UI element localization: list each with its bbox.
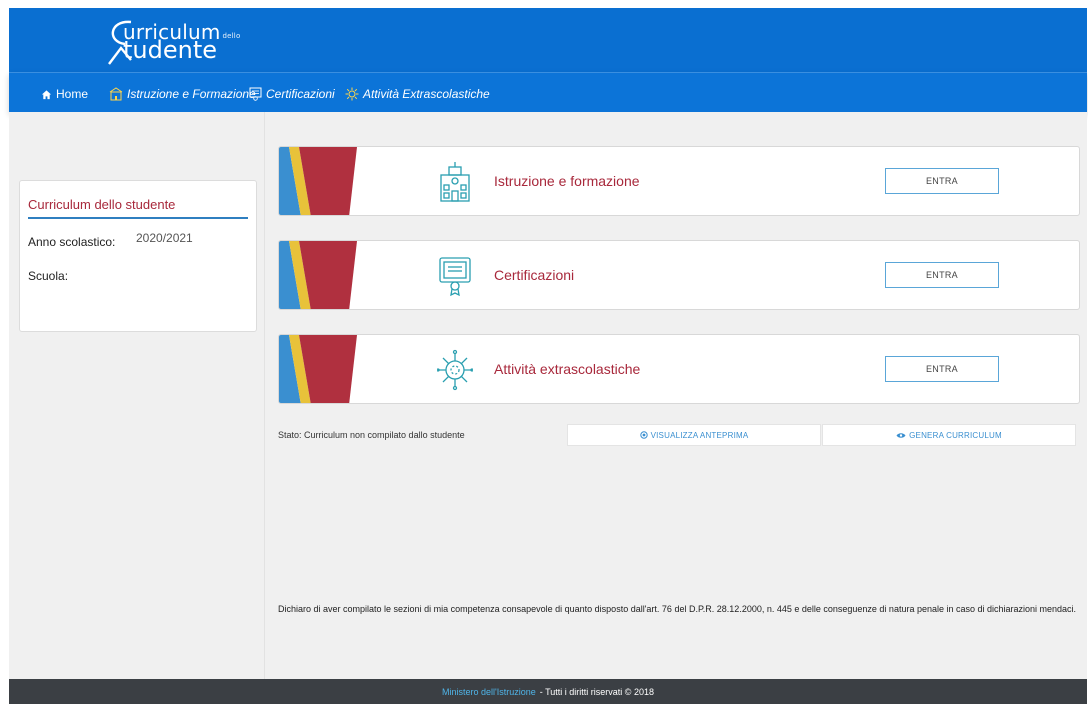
preview-circle-icon <box>639 431 648 439</box>
generate-curriculum-button[interactable]: GENERA CURRICULUM <box>822 424 1076 446</box>
decorative-stripes <box>279 241 357 309</box>
certificate-icon <box>439 257 471 297</box>
main-content: Curriculum dello studente Anno scolastic… <box>9 112 1087 679</box>
nav-label: Attività Extrascolastiche <box>363 87 490 101</box>
nav-label: Home <box>56 87 89 101</box>
sidebar: Curriculum dello studente Anno scolastic… <box>9 112 265 679</box>
school-building-icon <box>109 87 123 101</box>
nav-label: Istruzione e Formazione <box>127 87 256 101</box>
school-building-icon <box>440 162 470 202</box>
section-title: Istruzione e formazione <box>494 173 640 189</box>
section-title: Attività extrascolastiche <box>494 361 641 377</box>
section-attivita: Attività extrascolastiche ENTRA <box>278 334 1080 404</box>
logo-line-2: tudente <box>123 36 218 64</box>
enter-button[interactable]: ENTRA <box>885 356 999 382</box>
main-nav: Home Istruzione e Formazione Certificazi… <box>9 72 1087 112</box>
nav-item-istruzione[interactable]: Istruzione e Formazione <box>109 86 256 102</box>
section-certificazioni: Certificazioni ENTRA <box>278 240 1080 310</box>
decorative-stripes <box>279 335 357 403</box>
nav-label: Certificazioni <box>266 87 335 101</box>
certificate-icon <box>249 87 262 101</box>
nav-item-home[interactable]: Home <box>41 86 88 102</box>
section-istruzione: Istruzione e formazione ENTRA <box>278 146 1080 216</box>
preview-button[interactable]: VISUALIZZA ANTEPRIMA <box>567 424 821 446</box>
school-year-label: Anno scolastico: <box>28 235 116 249</box>
site-footer: Ministero dell'Istruzione - Tutti i diri… <box>9 679 1087 704</box>
eye-icon <box>896 432 906 438</box>
generate-label: GENERA CURRICULUM <box>909 430 1002 440</box>
rights-text: - Tutti i diritti riservati © 2018 <box>539 686 654 697</box>
enter-button[interactable]: ENTRA <box>885 168 999 194</box>
nav-item-attivita[interactable]: Attività Extrascolastiche <box>345 86 490 102</box>
student-info-card: Curriculum dello studente Anno scolastic… <box>19 180 257 332</box>
nav-item-certificazioni[interactable]: Certificazioni <box>249 86 335 102</box>
preview-label: VISUALIZZA ANTEPRIMA <box>650 430 749 440</box>
title-underline <box>28 217 248 219</box>
virus-icon <box>437 349 473 391</box>
school-year-value: 2020/2021 <box>136 231 193 245</box>
enter-button[interactable]: ENTRA <box>885 262 999 288</box>
card-title: Curriculum dello studente <box>28 197 176 212</box>
school-label: Scuola: <box>28 269 69 283</box>
curriculum-status: Stato: Curriculum non compilato dallo st… <box>278 430 465 440</box>
ministry-link[interactable]: Ministero dell'Istruzione <box>442 687 536 697</box>
section-title: Certificazioni <box>494 267 575 283</box>
site-logo[interactable]: urriculum dello tudente <box>101 12 261 68</box>
home-icon <box>41 89 52 99</box>
decorative-stripes <box>279 147 357 215</box>
declaration-text: Dichiaro di aver compilato le sezioni di… <box>278 604 1077 614</box>
app-frame: urriculum dello tudente Home Istruzione e… <box>9 8 1087 704</box>
brand-header: urriculum dello tudente <box>9 8 1087 72</box>
star-burst-icon <box>345 87 359 101</box>
